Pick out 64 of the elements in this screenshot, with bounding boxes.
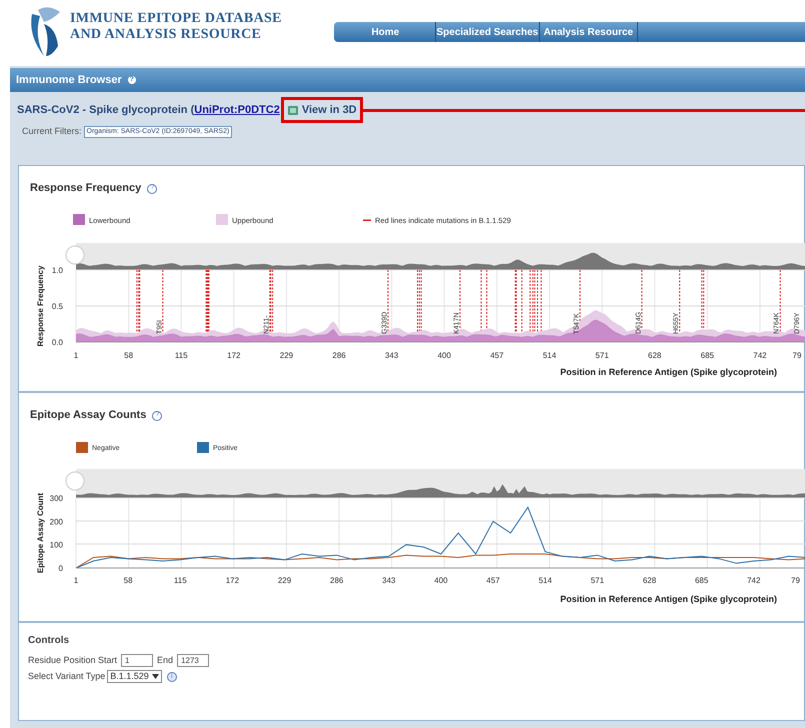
axis-tick-label: 571: [590, 576, 604, 584]
axis-tick-label: 115: [174, 350, 188, 360]
axis-tick-label: 200: [50, 516, 63, 526]
axis-tick-label: 400: [434, 576, 448, 584]
axis-tick-label: 172: [227, 350, 241, 360]
logo-text: IMMUNE EPITOPE DATABASE: [70, 11, 282, 27]
axis-title: Position in Reference Antigen (Spike glycoprotein): [560, 594, 777, 604]
axis-tick-label: 685: [694, 576, 708, 584]
axis-tick-label: 400: [438, 350, 451, 360]
axis-tick-label: 685: [700, 350, 714, 360]
axis-tick-label: 286: [332, 350, 346, 360]
axis-tick-label: 742: [747, 576, 760, 584]
logo-text: AND ANALYSIS RESOURCE: [70, 27, 262, 43]
nav-link[interactable]: Analysis Resource: [540, 22, 638, 42]
nav-link[interactable]: Home: [336, 22, 436, 42]
axis-tick-label: 742: [753, 350, 767, 360]
section-title: Controls: [28, 634, 70, 648]
axis-tick-label: 628: [642, 576, 656, 584]
axis-tick-label: 457: [486, 576, 500, 584]
navigator-handle[interactable]: [66, 245, 84, 264]
navigator-handle[interactable]: [66, 471, 84, 490]
axis-title: Position in Reference Antigen (Spike glycoprotein): [560, 366, 777, 376]
axis-tick-label: 58: [124, 576, 133, 584]
start-field[interactable]: 1: [121, 654, 154, 667]
cube-icon: [286, 104, 299, 116]
axis-tick-label: 0.5: [52, 302, 63, 310]
axis-tick-label: 1: [74, 350, 78, 360]
axis-tick-label: 571: [595, 350, 609, 360]
axis-tick-label: 457: [490, 350, 504, 360]
section-title: Response Frequency: [30, 181, 142, 196]
axis-tick-label: 0.0: [52, 338, 63, 346]
axis-tick-label: 343: [382, 576, 396, 584]
section-title: Epitope Assay Counts: [30, 408, 146, 424]
variant-dropdown[interactable]: B.1.1.529: [107, 670, 162, 684]
axis-tick-label: 343: [384, 350, 398, 360]
antigen-title: SARS-CoV2 - Spike glycoprotein (: [17, 102, 194, 118]
axis-tick-label: 58: [124, 350, 134, 360]
axis-tick-label: 115: [174, 576, 187, 584]
axis-tick-label: 79: [792, 350, 802, 360]
view-3d-link[interactable]: View in 3D: [280, 97, 363, 123]
axis-tick-label: 300: [50, 494, 63, 502]
axis-tick-label: 1: [74, 576, 78, 584]
axis-tick-label: 100: [50, 540, 63, 550]
filters-label: Current Filters:: [22, 125, 82, 138]
axis-tick-label: 0: [58, 564, 63, 572]
axis-tick-label: 514: [538, 576, 552, 584]
panel-title: Immunome Browser: [16, 72, 122, 88]
caret-icon: [152, 674, 159, 680]
axis-tick-label: 229: [278, 576, 292, 584]
nav-link[interactable]: Specialized Searches: [436, 22, 540, 42]
axis-tick-label: 229: [280, 350, 294, 360]
axis-tick-label: 172: [226, 576, 240, 584]
axis-tick-label: 1.0: [52, 266, 63, 274]
uniprot-link[interactable]: UniProt:P0DTC2: [194, 102, 280, 118]
field-label: Residue Position Start: [28, 654, 118, 666]
field-label: Select Variant Type: [28, 670, 106, 683]
axis-tick-label: 628: [648, 350, 662, 360]
field-label: End: [157, 654, 174, 666]
axis-tick-label: 286: [330, 576, 344, 584]
axis-tick-label: 79: [791, 576, 800, 584]
axis-title: Response Frequency: [36, 265, 45, 346]
end-field[interactable]: 1273: [177, 654, 210, 667]
axis-tick-label: 514: [542, 350, 556, 360]
axis-title: Epitope Assay Count: [36, 492, 45, 573]
